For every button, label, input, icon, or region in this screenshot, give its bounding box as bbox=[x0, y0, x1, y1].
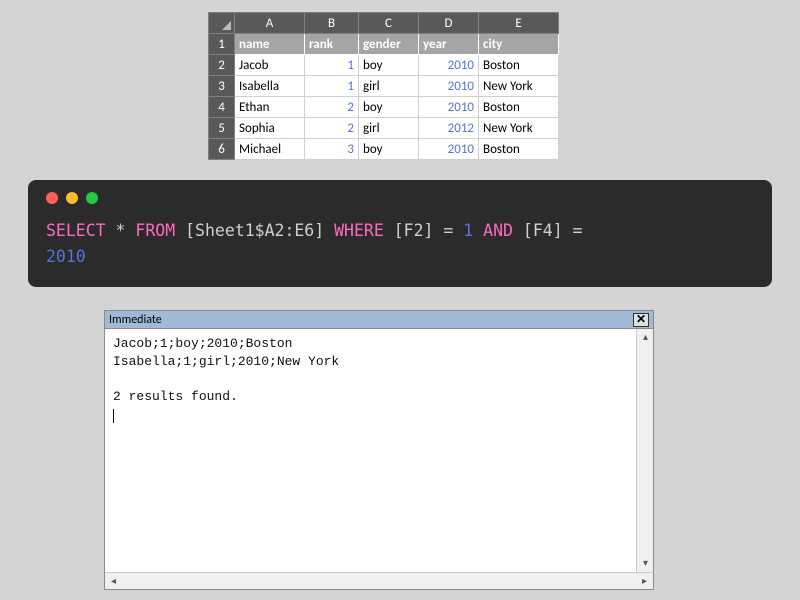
maximize-icon[interactable] bbox=[86, 192, 98, 204]
row-header[interactable]: 4 bbox=[209, 97, 235, 118]
cell[interactable]: 2 bbox=[305, 97, 359, 118]
immediate-window: Immediate ✕ Jacob;1;boy;2010;Boston Isab… bbox=[104, 310, 654, 590]
cell[interactable]: 2 bbox=[305, 118, 359, 139]
cell[interactable]: New York bbox=[479, 118, 559, 139]
col-header-B[interactable]: B bbox=[305, 13, 359, 34]
cell[interactable]: Ethan bbox=[235, 97, 305, 118]
cell[interactable]: girl bbox=[359, 118, 419, 139]
code-number: 1 bbox=[463, 221, 473, 240]
col-header-E[interactable]: E bbox=[479, 13, 559, 34]
cell[interactable]: girl bbox=[359, 76, 419, 97]
text-cursor bbox=[113, 409, 114, 423]
table-row: 3 Isabella 1 girl 2010 New York bbox=[209, 76, 559, 97]
cell[interactable]: Isabella bbox=[235, 76, 305, 97]
cell[interactable]: Boston bbox=[479, 97, 559, 118]
output-line: Isabella;1;girl;2010;New York bbox=[113, 354, 339, 369]
cell[interactable]: Sophia bbox=[235, 118, 305, 139]
cell[interactable]: 3 bbox=[305, 139, 359, 160]
table-row: 2 Jacob 1 boy 2010 Boston bbox=[209, 55, 559, 76]
close-button[interactable]: ✕ bbox=[633, 313, 649, 327]
kw-where: WHERE bbox=[334, 221, 384, 240]
code-text: [F2] = bbox=[384, 221, 463, 240]
cell[interactable]: name bbox=[235, 34, 305, 55]
kw-and: AND bbox=[473, 221, 523, 240]
scroll-down-icon[interactable]: ▾ bbox=[637, 555, 654, 572]
vertical-scrollbar[interactable]: ▴ ▾ bbox=[636, 329, 653, 572]
cell[interactable]: 1 bbox=[305, 76, 359, 97]
sql-code: SELECT * FROM [Sheet1$A2:E6] WHERE [F2] … bbox=[46, 218, 754, 269]
cell[interactable]: year bbox=[419, 34, 479, 55]
row-header[interactable]: 3 bbox=[209, 76, 235, 97]
cell[interactable]: gender bbox=[359, 34, 419, 55]
window-controls bbox=[46, 192, 754, 204]
immediate-title: Immediate bbox=[109, 313, 162, 327]
table-row: 5 Sophia 2 girl 2012 New York bbox=[209, 118, 559, 139]
code-text: [Sheet1$A2:E6] bbox=[175, 221, 334, 240]
row-header[interactable]: 2 bbox=[209, 55, 235, 76]
col-header-C[interactable]: C bbox=[359, 13, 419, 34]
cell[interactable]: Boston bbox=[479, 55, 559, 76]
cell[interactable]: city bbox=[479, 34, 559, 55]
close-icon[interactable] bbox=[46, 192, 58, 204]
row-header[interactable]: 1 bbox=[209, 34, 235, 55]
cell[interactable]: boy bbox=[359, 97, 419, 118]
output-line: Jacob;1;boy;2010;Boston bbox=[113, 336, 292, 351]
scroll-right-icon[interactable]: ▸ bbox=[636, 573, 653, 590]
code-block: SELECT * FROM [Sheet1$A2:E6] WHERE [F2] … bbox=[28, 180, 772, 287]
cell[interactable]: 2012 bbox=[419, 118, 479, 139]
row-header[interactable]: 6 bbox=[209, 139, 235, 160]
table-row: 6 Michael 3 boy 2010 Boston bbox=[209, 139, 559, 160]
immediate-content[interactable]: Jacob;1;boy;2010;Boston Isabella;1;girl;… bbox=[105, 329, 636, 572]
spreadsheet[interactable]: A B C D E 1 name rank gender year city 2… bbox=[208, 12, 559, 160]
cell[interactable]: Boston bbox=[479, 139, 559, 160]
col-header-D[interactable]: D bbox=[419, 13, 479, 34]
code-number: 2010 bbox=[46, 247, 86, 266]
minimize-icon[interactable] bbox=[66, 192, 78, 204]
cell[interactable]: 2010 bbox=[419, 139, 479, 160]
select-all-corner[interactable] bbox=[209, 13, 235, 34]
immediate-titlebar[interactable]: Immediate ✕ bbox=[105, 311, 653, 329]
code-text: * bbox=[106, 221, 136, 240]
cell[interactable]: 1 bbox=[305, 55, 359, 76]
cell[interactable]: Jacob bbox=[235, 55, 305, 76]
row-header[interactable]: 5 bbox=[209, 118, 235, 139]
col-header-A[interactable]: A bbox=[235, 13, 305, 34]
table-row: 1 name rank gender year city bbox=[209, 34, 559, 55]
code-text: [F4] = bbox=[523, 221, 583, 240]
cell[interactable]: boy bbox=[359, 139, 419, 160]
cell[interactable]: New York bbox=[479, 76, 559, 97]
kw-from: FROM bbox=[135, 221, 175, 240]
cell[interactable]: boy bbox=[359, 55, 419, 76]
cell[interactable]: rank bbox=[305, 34, 359, 55]
horizontal-scrollbar[interactable]: ◂ ▸ bbox=[105, 572, 653, 589]
cell[interactable]: Michael bbox=[235, 139, 305, 160]
scroll-left-icon[interactable]: ◂ bbox=[105, 573, 122, 590]
table-row: 4 Ethan 2 boy 2010 Boston bbox=[209, 97, 559, 118]
cell[interactable]: 2010 bbox=[419, 55, 479, 76]
cell[interactable]: 2010 bbox=[419, 97, 479, 118]
cell[interactable]: 2010 bbox=[419, 76, 479, 97]
output-line: 2 results found. bbox=[113, 389, 238, 404]
scroll-up-icon[interactable]: ▴ bbox=[637, 329, 654, 346]
kw-select: SELECT bbox=[46, 221, 106, 240]
